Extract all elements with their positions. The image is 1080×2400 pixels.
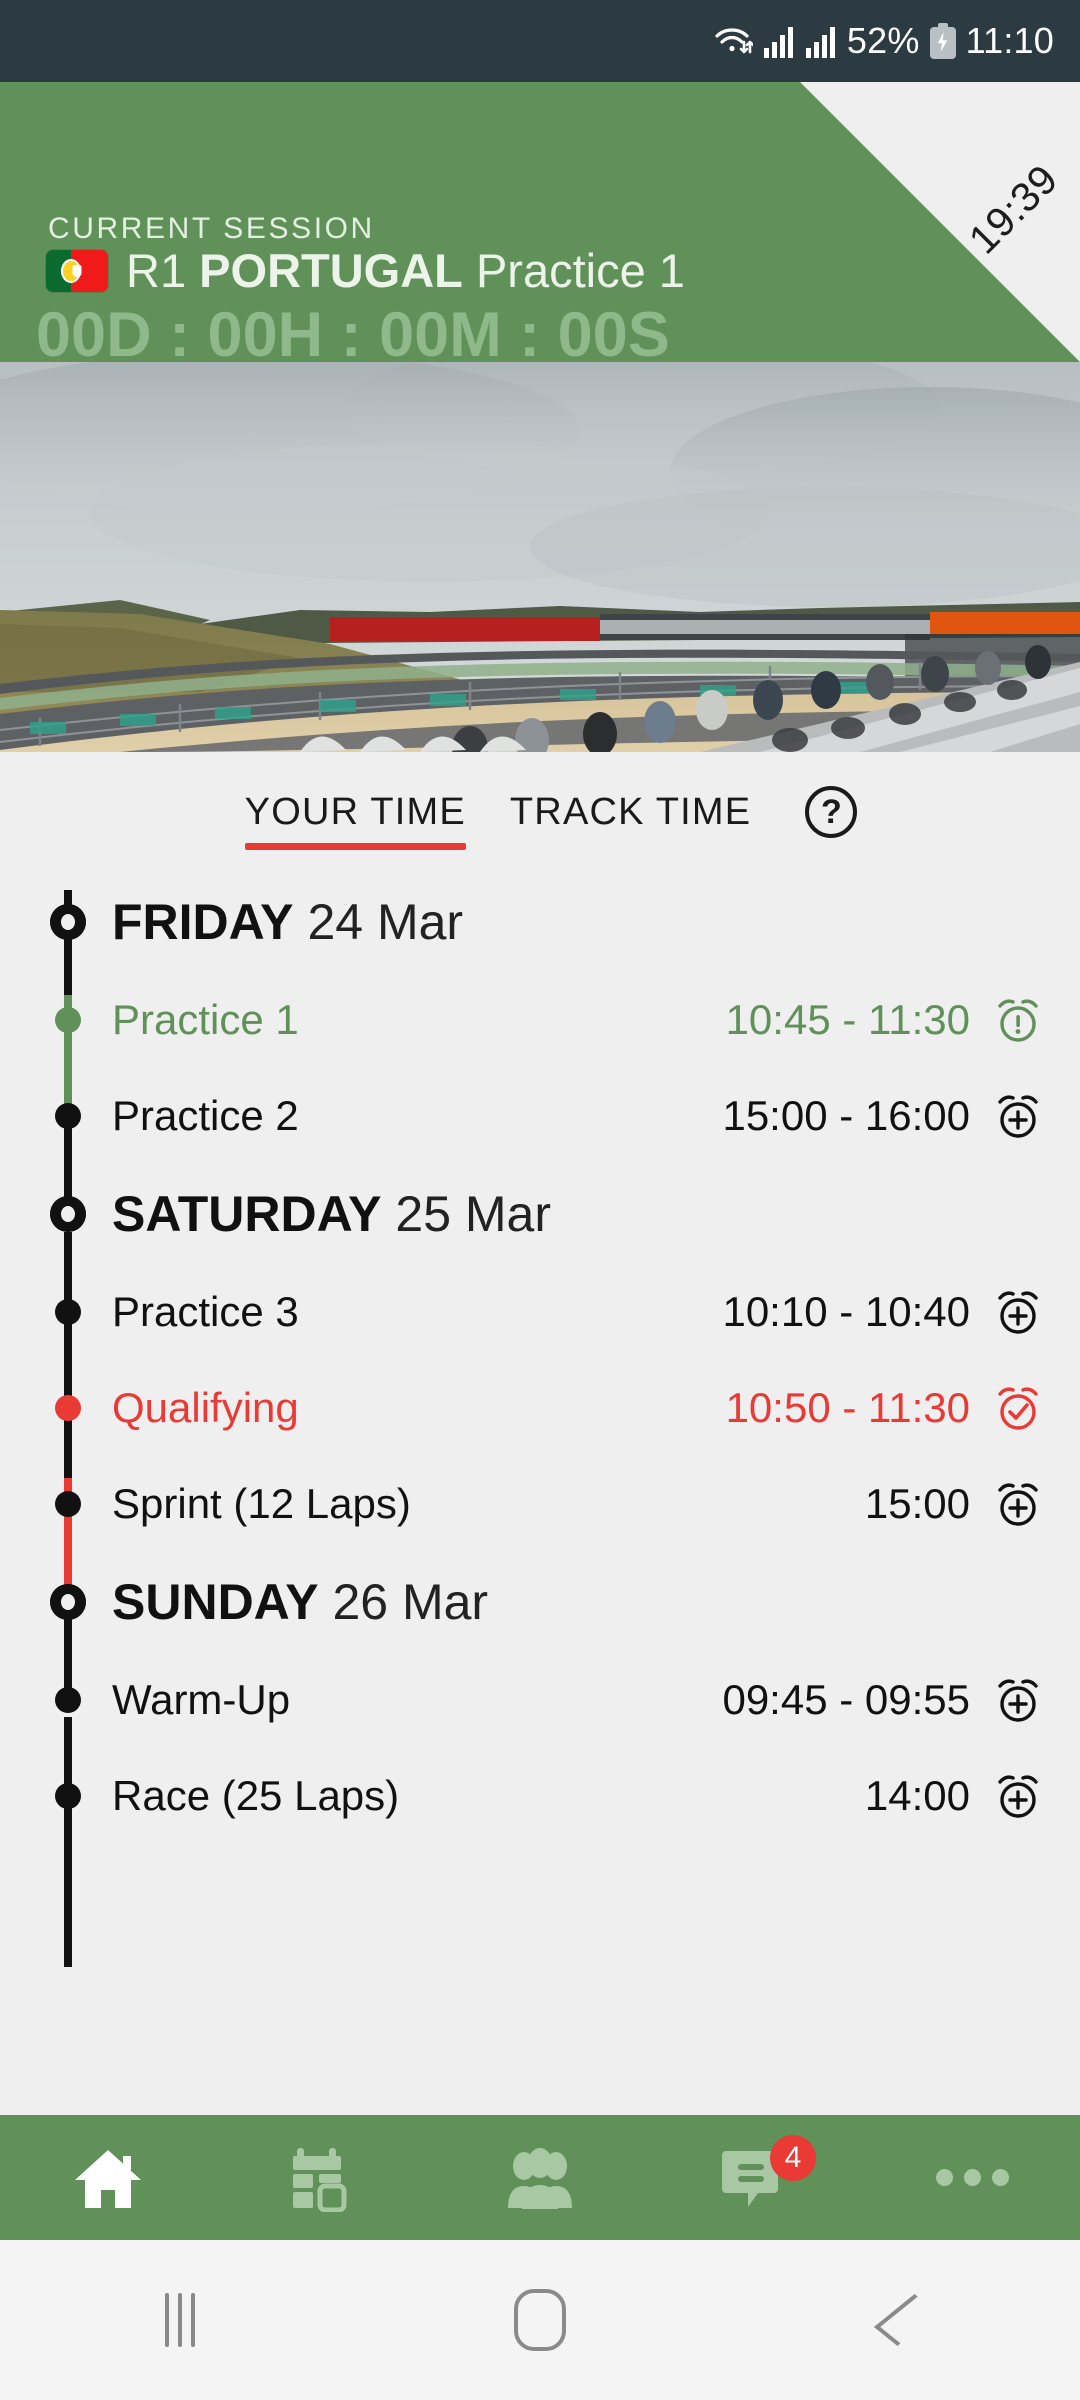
session-row-practice-1[interactable]: Practice 1 10:45 - 11:30 — [0, 972, 1080, 1068]
portugal-flag-icon — [46, 249, 108, 292]
session-name-practice-3: Practice 3 — [112, 1288, 299, 1335]
day-title-saturday: SATURDAY 25 Mar — [112, 1189, 551, 1239]
android-home-button[interactable] — [360, 2289, 720, 2351]
date-label-sunday: 26 Mar — [332, 1574, 489, 1630]
weekday-label-friday: FRIDAY — [112, 894, 294, 950]
session-name-qualifying: Qualifying — [112, 1384, 299, 1431]
calendar-icon — [289, 2144, 359, 2212]
timeline-event-dot — [55, 1007, 81, 1033]
session-name-sprint: Sprint (12 Laps) — [112, 1480, 411, 1527]
country-label: PORTUGAL — [199, 244, 463, 297]
day-header-friday: FRIDAY 24 Mar — [0, 872, 1080, 972]
current-session-label: CURRENT SESSION — [48, 212, 375, 245]
session-time-warm-up: 09:45 - 09:55 — [722, 1676, 970, 1723]
tab-track-time[interactable]: TRACK TIME — [488, 752, 773, 872]
corner-triangle — [800, 82, 1080, 362]
session-time-practice-3: 10:10 - 10:40 — [722, 1288, 970, 1335]
battery-percent-label: 52% — [846, 20, 920, 61]
day-title-friday: FRIDAY 24 Mar — [112, 897, 463, 947]
session-time-qualifying: 10:50 - 11:30 — [725, 1384, 970, 1431]
day-header-saturday: SATURDAY 25 Mar — [0, 1164, 1080, 1264]
countdown-timer: 00D : 00H : 00M : 00S — [36, 300, 670, 363]
day-header-sunday: SUNDAY 26 Mar — [0, 1552, 1080, 1652]
tab-your-time[interactable]: YOUR TIME — [223, 752, 488, 872]
session-time-race: 14:00 — [864, 1772, 970, 1819]
home-icon — [71, 2144, 145, 2212]
people-icon — [502, 2146, 578, 2210]
timeline-event-dot — [55, 1687, 81, 1713]
alarm-add-icon[interactable] — [992, 1770, 1044, 1822]
timeline-event-dot — [55, 1491, 81, 1517]
nav-item-chat[interactable]: 4 — [648, 2115, 864, 2240]
alarm-add-icon[interactable] — [992, 1286, 1044, 1338]
android-back-button[interactable] — [720, 2294, 1080, 2346]
signal-bars-icon — [763, 24, 795, 58]
date-label-friday: 24 Mar — [307, 894, 464, 950]
timeline-event-dot — [55, 1103, 81, 1129]
chat-unread-badge: 4 — [770, 2135, 816, 2181]
session-row-practice-3[interactable]: Practice 3 10:10 - 10:40 — [0, 1264, 1080, 1360]
recents-icon — [165, 2293, 195, 2347]
round-label: R1 — [126, 244, 187, 297]
nav-item-calendar[interactable] — [216, 2115, 432, 2240]
alarm-add-icon[interactable] — [992, 1674, 1044, 1726]
wifi-icon — [713, 23, 753, 59]
tab-track-time-label: TRACK TIME — [509, 790, 752, 833]
status-bar-clock: 11:10 — [965, 20, 1054, 61]
session-time-practice-2: 15:00 - 16:00 — [722, 1092, 970, 1139]
session-name-label: Practice 1 — [475, 244, 685, 297]
timeline-event-dot — [55, 1299, 81, 1325]
session-row-practice-2[interactable]: Practice 2 15:00 - 16:00 — [0, 1068, 1080, 1164]
timeline-event-dot — [55, 1395, 81, 1421]
status-bar: 52% 11:10 — [0, 0, 1080, 82]
weekday-label-sunday: SUNDAY — [112, 1574, 319, 1630]
help-circle-icon[interactable]: ? — [805, 786, 858, 838]
session-name-warm-up: Warm-Up — [112, 1676, 291, 1723]
time-mode-tabs: YOUR TIME TRACK TIME ? — [0, 752, 1080, 872]
alarm-check-icon[interactable] — [992, 1382, 1044, 1434]
nav-item-people[interactable] — [432, 2115, 648, 2240]
alarm-alert-icon[interactable] — [992, 994, 1044, 1046]
timeline-event-dot — [55, 1783, 81, 1809]
session-row-qualifying[interactable]: Qualifying 10:50 - 11:30 — [0, 1360, 1080, 1456]
signal-bars-icon-2 — [805, 24, 837, 58]
timeline-day-dot — [50, 1584, 86, 1620]
session-row-warm-up[interactable]: Warm-Up 09:45 - 09:55 — [0, 1652, 1080, 1748]
alarm-add-icon[interactable] — [992, 1090, 1044, 1142]
battery-charging-icon — [929, 23, 956, 59]
nav-item-more[interactable] — [864, 2115, 1080, 2240]
back-chevron-icon — [873, 2294, 939, 2346]
session-name-race: Race (25 Laps) — [112, 1772, 400, 1819]
phone-screen: 52% 11:10 19:39 CURRENT SESSION R1 PORTU… — [0, 0, 1080, 2400]
date-label-saturday: 25 Mar — [395, 1186, 552, 1242]
session-row-sprint[interactable]: Sprint (12 Laps) 15:00 — [0, 1456, 1080, 1552]
timeline-day-dot — [50, 1196, 86, 1232]
session-schedule: FRIDAY 24 Mar Practice 1 10:45 - 11:30 P… — [0, 872, 1080, 1967]
nav-item-home[interactable] — [0, 2115, 216, 2240]
tab-your-time-label: YOUR TIME — [244, 790, 466, 833]
current-session-header[interactable]: 19:39 CURRENT SESSION R1 PORTUGAL Practi… — [0, 82, 1080, 362]
alarm-add-icon[interactable] — [992, 1478, 1044, 1530]
more-horizontal-icon — [935, 2169, 1009, 2186]
session-title: R1 PORTUGAL Practice 1 — [126, 247, 685, 294]
day-title-sunday: SUNDAY 26 Mar — [112, 1577, 488, 1627]
android-navigation-bar — [0, 2240, 1080, 2400]
session-time-sprint: 15:00 — [864, 1480, 970, 1527]
session-row-race[interactable]: Race (25 Laps) 14:00 — [0, 1748, 1080, 1844]
session-time-practice-1: 10:45 - 11:30 — [725, 996, 970, 1043]
home-square-icon — [514, 2289, 566, 2351]
weekday-label-saturday: SATURDAY — [112, 1186, 382, 1242]
tab-active-underline — [244, 843, 466, 850]
android-recents-button[interactable] — [0, 2293, 360, 2347]
timeline-day-dot — [50, 904, 86, 940]
session-name-practice-1: Practice 1 — [112, 996, 299, 1043]
session-name-practice-2: Practice 2 — [112, 1092, 299, 1139]
bottom-navigation-bar: 4 — [0, 2115, 1080, 2240]
session-title-row: R1 PORTUGAL Practice 1 — [46, 247, 685, 294]
circuit-hero-image — [0, 362, 1080, 752]
